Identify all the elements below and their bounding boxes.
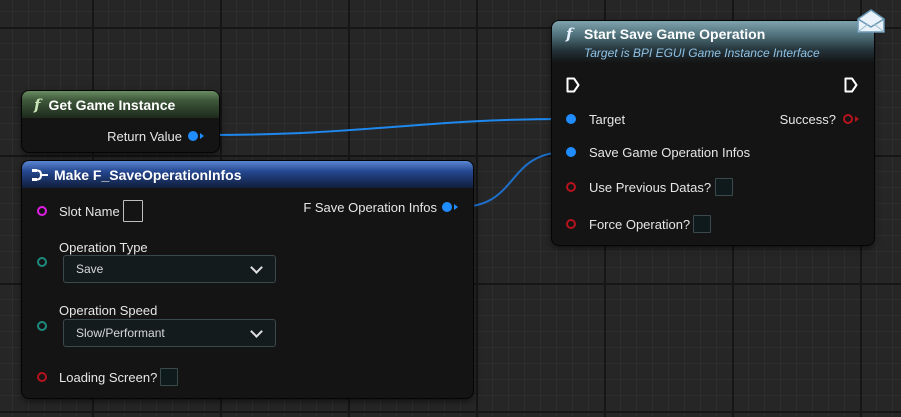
exec-out-pin[interactable] <box>844 77 858 93</box>
target-label: Target <box>589 112 626 127</box>
slot-name-input[interactable] <box>123 200 143 222</box>
exec-in-pin[interactable] <box>566 77 580 93</box>
return-value-pin[interactable] <box>188 131 198 141</box>
node-header: f Start Save Game Operation Target is BP… <box>552 21 874 63</box>
output-pin[interactable] <box>442 202 452 212</box>
operation-speed-dropdown[interactable]: Slow/Performant <box>63 319 276 347</box>
output-arrow-icon <box>454 204 458 210</box>
loading-screen-label: Loading Screen? <box>59 370 158 385</box>
make-struct-icon <box>32 168 48 181</box>
operation-type-value: Save <box>76 262 104 276</box>
node-title: Make F_SaveOperationInfos <box>54 166 242 183</box>
chevron-down-icon <box>250 261 263 274</box>
operation-speed-value: Slow/Performant <box>76 326 165 340</box>
function-icon: f <box>34 95 41 114</box>
success-label: Success? <box>779 112 836 127</box>
slot-name-label: Slot Name <box>59 204 120 219</box>
return-value-arrow-icon <box>200 133 204 139</box>
success-pin[interactable] <box>843 114 853 124</box>
force-operation-checkbox[interactable] <box>693 215 711 233</box>
chevron-down-icon <box>250 325 263 338</box>
node-header: f Get Game Instance <box>22 91 219 118</box>
node-title: Get Game Instance <box>48 96 176 113</box>
use-previous-datas-checkbox[interactable] <box>715 178 733 196</box>
node-header: Make F_SaveOperationInfos <box>22 161 473 188</box>
slot-name-pin[interactable] <box>37 206 47 216</box>
return-value-label: Return Value <box>107 129 182 144</box>
node-subtitle: Target is BPI EGUI Game Instance Interfa… <box>584 46 820 60</box>
operation-type-pin[interactable] <box>37 257 47 267</box>
wire-infos-to-save-infos <box>458 151 568 208</box>
save-infos-pin[interactable] <box>566 147 576 157</box>
force-operation-pin[interactable] <box>566 219 576 229</box>
operation-speed-label: Operation Speed <box>59 303 158 318</box>
use-previous-datas-pin[interactable] <box>566 182 576 192</box>
node-get-game-instance[interactable]: f Get Game Instance Return Value <box>22 91 219 152</box>
operation-type-dropdown[interactable]: Save <box>63 255 276 283</box>
force-operation-label: Force Operation? <box>589 217 691 232</box>
success-arrow-icon <box>855 116 859 122</box>
save-infos-label: Save Game Operation Infos <box>589 145 751 160</box>
wire-return-to-target <box>204 118 566 136</box>
target-pin[interactable] <box>566 114 576 124</box>
envelope-icon <box>857 9 885 33</box>
use-previous-datas-label: Use Previous Datas? <box>589 180 712 195</box>
loading-screen-pin[interactable] <box>37 372 47 382</box>
node-start-save-game-operation[interactable]: f Start Save Game Operation Target is BP… <box>552 21 874 245</box>
node-make-save-operation-infos[interactable]: Make F_SaveOperationInfos Slot Name F Sa… <box>22 161 473 398</box>
loading-screen-checkbox[interactable] <box>160 368 178 386</box>
operation-speed-pin[interactable] <box>37 321 47 331</box>
function-icon: f <box>566 25 573 43</box>
node-title: Start Save Game Operation <box>584 26 766 42</box>
operation-type-label: Operation Type <box>59 240 148 255</box>
output-label: F Save Operation Infos <box>303 200 437 215</box>
